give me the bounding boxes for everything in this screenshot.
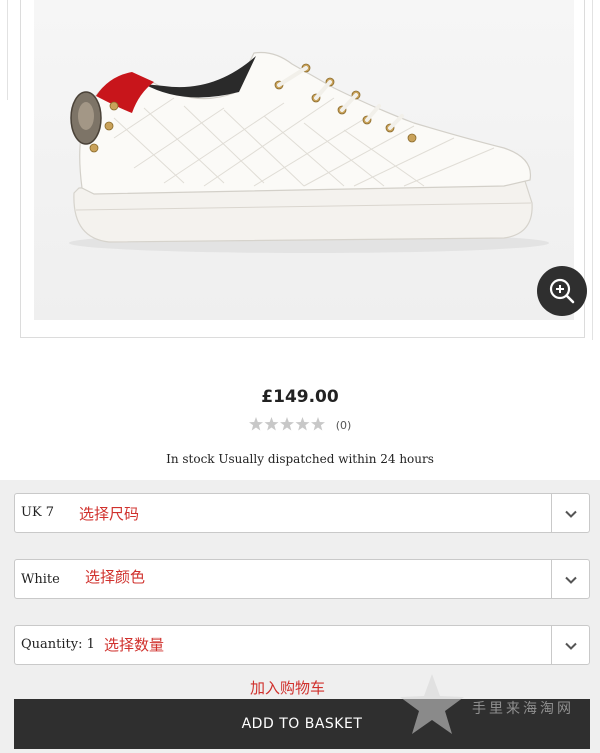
select-divider: [551, 626, 552, 664]
star-rating: [248, 416, 325, 435]
chevron-down-icon: [565, 510, 577, 518]
star-icons: [248, 417, 325, 431]
rating-row[interactable]: (0): [0, 415, 600, 432]
quantity-select-value: Quantity: 1: [21, 637, 95, 652]
basket-annotation: 加入购物车: [250, 679, 326, 697]
next-image-edge[interactable]: [592, 0, 600, 340]
sneaker-illustration: [34, 0, 574, 320]
add-to-basket-button[interactable]: ADD TO BASKET: [14, 699, 590, 749]
add-to-basket-label: ADD TO BASKET: [241, 716, 363, 732]
chevron-down-icon: [565, 642, 577, 650]
zoom-button[interactable]: [537, 266, 587, 316]
product-price: £149.00: [261, 387, 339, 407]
select-divider: [551, 560, 552, 598]
chevron-down-icon: [565, 576, 577, 584]
color-annotation: 选择颜色: [85, 568, 146, 586]
quantity-annotation: 选择数量: [104, 636, 165, 654]
size-select[interactable]: UK 7 选择尺码: [14, 493, 590, 533]
product-image-card: [20, 0, 587, 338]
product-image[interactable]: [34, 0, 574, 320]
stock-status: In stock Usually dispatched within 24 ho…: [166, 452, 434, 466]
product-info: £149.00 (0) In stock Usually dispatched …: [0, 345, 600, 480]
color-select-value: White: [21, 572, 60, 587]
product-image-carousel: [0, 0, 600, 345]
size-select-value: UK 7: [21, 505, 55, 520]
review-count[interactable]: (0): [336, 419, 352, 432]
select-divider: [551, 494, 552, 532]
size-annotation: 选择尺码: [79, 505, 140, 523]
purchase-options-panel: UK 7 选择尺码 White 选择颜色 Quantity: 1 选择数量 加入…: [0, 480, 600, 753]
color-select[interactable]: White 选择颜色: [14, 559, 590, 599]
zoom-in-icon: [549, 278, 575, 304]
quantity-select[interactable]: Quantity: 1 选择数量: [14, 625, 590, 665]
previous-image-edge[interactable]: [0, 0, 8, 100]
